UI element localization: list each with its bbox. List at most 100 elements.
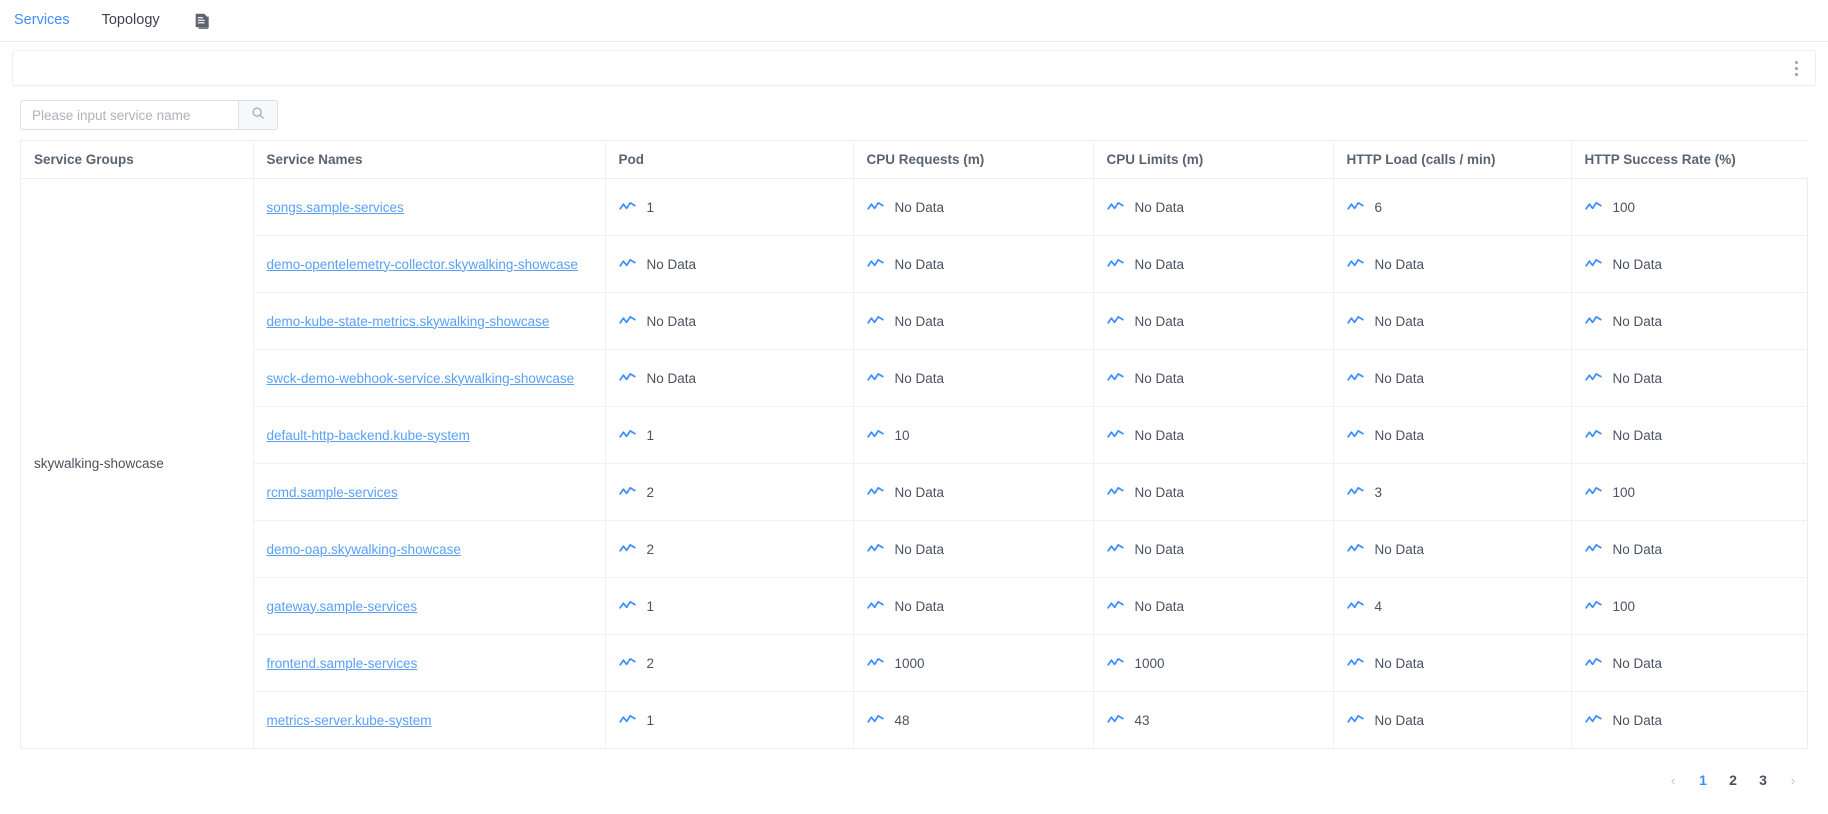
copy-documents-icon[interactable]: [192, 10, 214, 32]
metric-value: No Data: [1613, 257, 1663, 272]
pagination-prev-button[interactable]: ‹: [1660, 767, 1686, 793]
pagination-page-2[interactable]: 2: [1720, 767, 1746, 793]
trend-line-icon: [1347, 713, 1364, 728]
cpu-limits-cell: 43: [1093, 692, 1333, 749]
search-button[interactable]: [238, 100, 278, 130]
http-success-rate-cell: No Data: [1571, 236, 1809, 293]
service-name-link[interactable]: default-http-backend.kube-system: [267, 428, 470, 443]
metric-value: No Data: [647, 257, 697, 272]
trend-line-icon: [1585, 542, 1602, 557]
pod-cell: 1: [605, 179, 853, 236]
service-name-link[interactable]: metrics-server.kube-system: [267, 713, 432, 728]
trend-line-icon: [867, 485, 884, 500]
cpu-requests-cell: 48: [853, 692, 1093, 749]
search-input[interactable]: [20, 100, 238, 130]
table-row: gateway.sample-services1No DataNo Data41…: [21, 578, 1809, 635]
metric-value: No Data: [1375, 713, 1425, 728]
pod-cell: 1: [605, 692, 853, 749]
http-success-rate-cell: 100: [1571, 179, 1809, 236]
service-name-link[interactable]: swck-demo-webhook-service.skywalking-sho…: [267, 371, 575, 386]
cpu-requests-cell: 1000: [853, 635, 1093, 692]
trend-line-icon: [1347, 314, 1364, 329]
trend-line-icon: [619, 599, 636, 614]
trend-line-icon: [1107, 200, 1124, 215]
service-name-cell: songs.sample-services: [253, 179, 605, 236]
trend-line-icon: [867, 428, 884, 443]
metric-value: 100: [1613, 485, 1636, 500]
service-name-link[interactable]: demo-oap.skywalking-showcase: [267, 542, 461, 557]
trend-line-icon: [867, 656, 884, 671]
table-row: demo-kube-state-metrics.skywalking-showc…: [21, 293, 1809, 350]
dashboard-toolbar: [12, 50, 1816, 86]
table-row: skywalking-showcasesongs.sample-services…: [21, 179, 1809, 236]
tab-services[interactable]: Services: [14, 13, 70, 28]
cpu-requests-cell: No Data: [853, 293, 1093, 350]
metric-value: 1: [647, 428, 655, 443]
metric-value: 1: [647, 599, 655, 614]
cpu-requests-cell: No Data: [853, 464, 1093, 521]
trend-line-icon: [1107, 428, 1124, 443]
http-load-cell: 3: [1333, 464, 1571, 521]
metric-value: No Data: [895, 371, 945, 386]
cpu-requests-cell: No Data: [853, 179, 1093, 236]
pagination-page-1[interactable]: 1: [1690, 767, 1716, 793]
tab-topology[interactable]: Topology: [102, 13, 160, 28]
metric-value: 2: [647, 485, 655, 500]
trend-line-icon: [1347, 542, 1364, 557]
table-row: default-http-backend.kube-system110No Da…: [21, 407, 1809, 464]
metric-value: 48: [895, 713, 910, 728]
service-name-cell: swck-demo-webhook-service.skywalking-sho…: [253, 350, 605, 407]
service-name-cell: gateway.sample-services: [253, 578, 605, 635]
more-vertical-icon[interactable]: [1787, 58, 1805, 78]
cpu-limits-cell: No Data: [1093, 179, 1333, 236]
metric-value: 1000: [1135, 656, 1165, 671]
metric-value: No Data: [1135, 428, 1185, 443]
column-header-pod: Pod: [605, 141, 853, 179]
service-name-link[interactable]: frontend.sample-services: [267, 656, 418, 671]
metric-value: No Data: [1375, 257, 1425, 272]
service-name-link[interactable]: rcmd.sample-services: [267, 485, 398, 500]
metric-value: 2: [647, 656, 655, 671]
pagination-page-3[interactable]: 3: [1750, 767, 1776, 793]
cpu-limits-cell: No Data: [1093, 464, 1333, 521]
search-row: [0, 86, 1828, 140]
http-success-rate-cell: 100: [1571, 578, 1809, 635]
metric-value: 1000: [895, 656, 925, 671]
service-name-link[interactable]: songs.sample-services: [267, 200, 404, 215]
pod-cell: 2: [605, 521, 853, 578]
metric-value: No Data: [1375, 542, 1425, 557]
service-name-link[interactable]: demo-opentelemetry-collector.skywalking-…: [267, 257, 578, 272]
trend-line-icon: [1347, 485, 1364, 500]
column-header-cpu-requests: CPU Requests (m): [853, 141, 1093, 179]
service-name-link[interactable]: gateway.sample-services: [267, 599, 418, 614]
cpu-limits-cell: No Data: [1093, 293, 1333, 350]
metric-value: 100: [1613, 599, 1636, 614]
metric-value: 43: [1135, 713, 1150, 728]
cpu-requests-cell: No Data: [853, 236, 1093, 293]
cpu-limits-cell: No Data: [1093, 578, 1333, 635]
service-name-cell: demo-oap.skywalking-showcase: [253, 521, 605, 578]
trend-line-icon: [1585, 200, 1602, 215]
service-name-cell: demo-opentelemetry-collector.skywalking-…: [253, 236, 605, 293]
cpu-limits-cell: No Data: [1093, 350, 1333, 407]
metric-value: No Data: [895, 485, 945, 500]
pagination: ‹ 1 2 3 ›: [0, 749, 1828, 793]
pod-cell: 2: [605, 464, 853, 521]
http-load-cell: No Data: [1333, 635, 1571, 692]
http-success-rate-cell: No Data: [1571, 350, 1809, 407]
pod-cell: No Data: [605, 236, 853, 293]
cpu-limits-cell: No Data: [1093, 521, 1333, 578]
pod-cell: No Data: [605, 350, 853, 407]
trend-line-icon: [1107, 656, 1124, 671]
service-name-link[interactable]: demo-kube-state-metrics.skywalking-showc…: [267, 314, 550, 329]
trend-line-icon: [1347, 428, 1364, 443]
pod-cell: 1: [605, 578, 853, 635]
metric-value: No Data: [895, 257, 945, 272]
pagination-next-button[interactable]: ›: [1780, 767, 1806, 793]
table-row: frontend.sample-services 2 1000 1000 No Data…: [21, 635, 1809, 692]
column-header-http-success-rate: HTTP Success Rate (%): [1571, 141, 1809, 179]
http-success-rate-cell: No Data: [1571, 521, 1809, 578]
trend-line-icon: [619, 314, 636, 329]
http-success-rate-cell: No Data: [1571, 293, 1809, 350]
trend-line-icon: [1107, 314, 1124, 329]
